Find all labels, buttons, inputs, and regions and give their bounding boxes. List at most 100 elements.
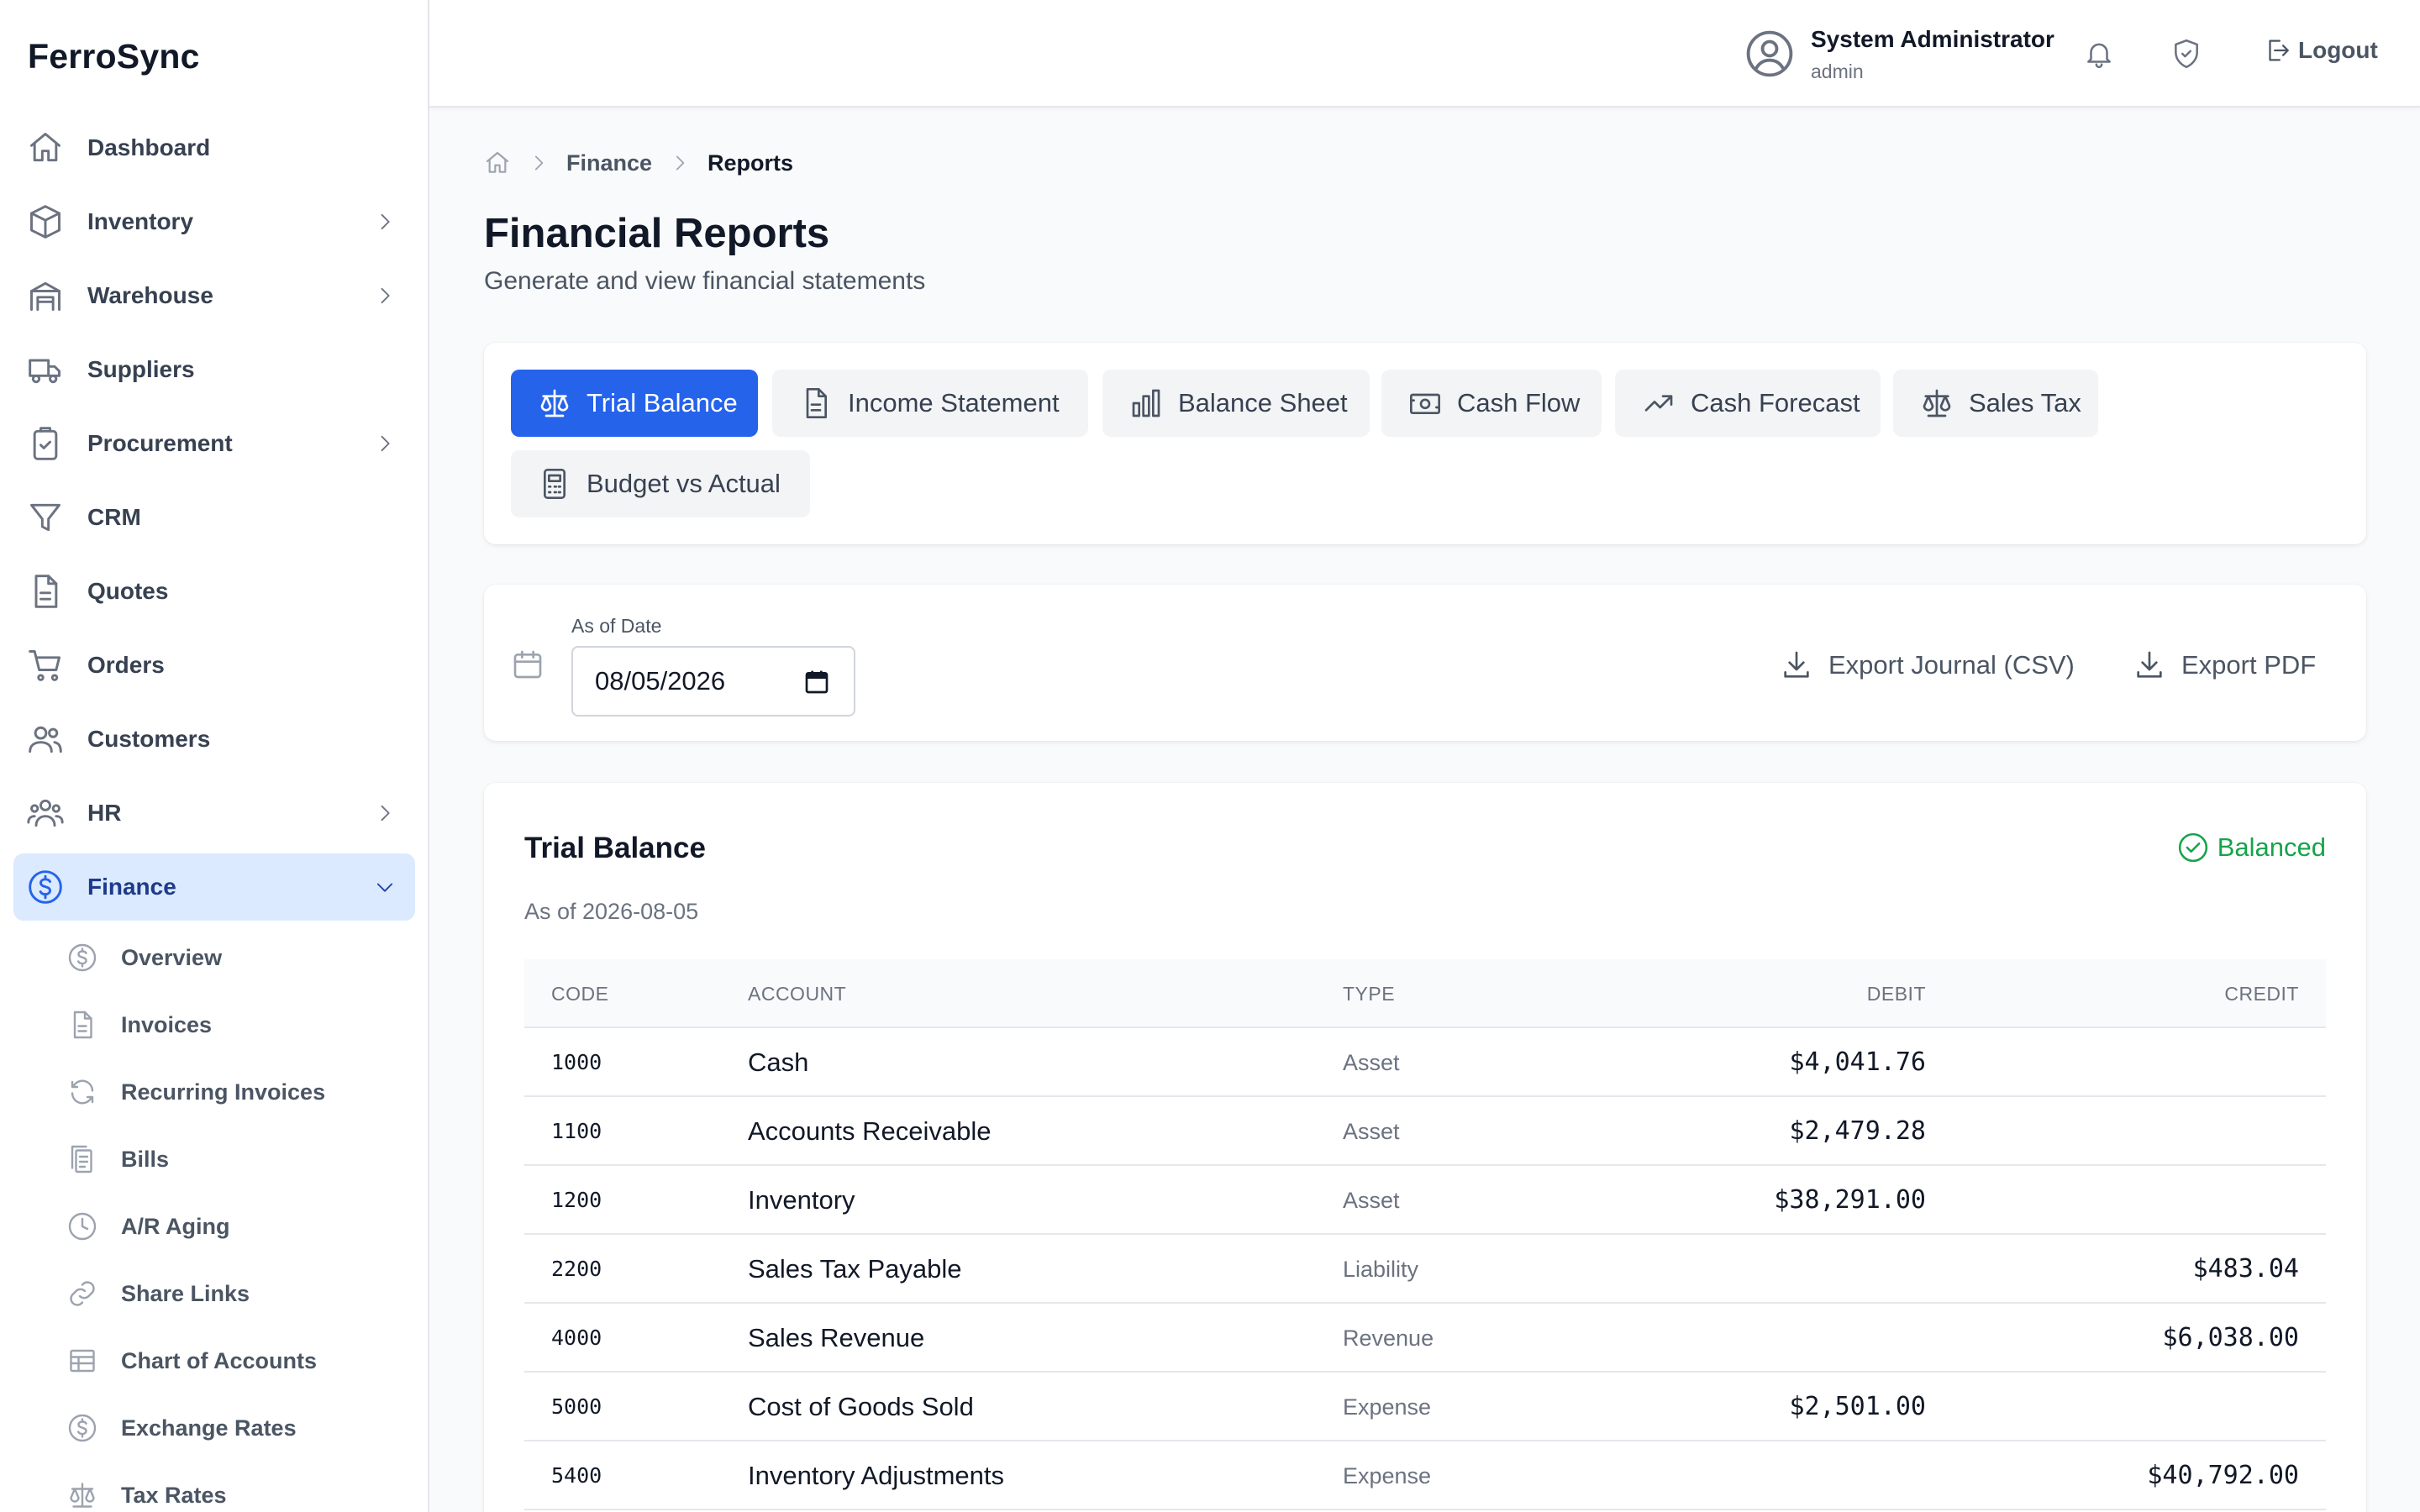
tab-budget-vs-actual[interactable]: Budget vs Actual bbox=[511, 450, 810, 517]
sidebar-subitem-share-links[interactable]: Share Links bbox=[67, 1268, 403, 1319]
sidebar-subitem-invoices[interactable]: Invoices bbox=[67, 1000, 403, 1050]
sidebar-item-label: Inventory bbox=[87, 208, 194, 234]
tab-sales-tax[interactable]: Sales Tax bbox=[1893, 370, 2098, 437]
cell-type: Asset bbox=[1343, 1188, 1400, 1213]
sidebar-item-label: HR bbox=[87, 800, 122, 826]
page-subtitle: Generate and view financial statements bbox=[484, 267, 926, 295]
sidebar-item-customers[interactable]: Customers bbox=[13, 706, 415, 773]
document-icon bbox=[34, 575, 58, 608]
cell-code: 5000 bbox=[551, 1394, 602, 1419]
chevron-right-icon bbox=[676, 155, 685, 171]
document-icon bbox=[73, 1011, 92, 1039]
sidebar-item-label: Suppliers bbox=[87, 356, 195, 382]
sidebar-item-warehouse[interactable]: Warehouse bbox=[13, 262, 415, 329]
sidebar-item-label: Finance bbox=[87, 874, 176, 900]
sidebar-item-hr[interactable]: HR bbox=[13, 780, 415, 847]
sidebar-item-quotes[interactable]: Quotes bbox=[13, 558, 415, 625]
cell-code: 1200 bbox=[551, 1188, 602, 1212]
tab-label: Income Statement bbox=[848, 388, 1060, 417]
as-of-date-input[interactable]: 08/05/2026 bbox=[571, 646, 855, 717]
sidebar-item-suppliers[interactable]: Suppliers bbox=[13, 336, 415, 403]
sidebar-subitem-tax-rates[interactable]: Tax Rates bbox=[67, 1470, 403, 1512]
logout-button[interactable]: Logout bbox=[2263, 36, 2378, 65]
sidebar-subitem-exchange-rates[interactable]: Exchange Rates bbox=[67, 1403, 403, 1453]
sidebar-subitem-recurring-invoices[interactable]: Recurring Invoices bbox=[67, 1067, 403, 1117]
cell-type: Asset bbox=[1343, 1050, 1400, 1075]
chevron-down-icon bbox=[376, 883, 393, 892]
cell-debit: $4,041.76 bbox=[1789, 1047, 1926, 1077]
download-icon bbox=[1784, 651, 1809, 678]
column-header-account: ACCOUNT bbox=[748, 983, 847, 1005]
user-avatar-icon[interactable] bbox=[1745, 29, 1794, 78]
cell-account: Cash bbox=[748, 1047, 809, 1077]
table-row: 1100 Accounts Receivable Asset $2,479.28 bbox=[524, 1097, 2326, 1166]
tab-label: Cash Flow bbox=[1457, 388, 1581, 417]
sidebar-item-finance[interactable]: Finance bbox=[13, 853, 415, 921]
table-row: 4000 Sales Revenue Revenue $6,038.00 bbox=[524, 1304, 2326, 1373]
page-title: Financial Reports bbox=[484, 211, 830, 256]
tab-label: Budget vs Actual bbox=[587, 469, 781, 498]
cell-code: 5400 bbox=[551, 1463, 602, 1488]
cell-code: 1000 bbox=[551, 1050, 602, 1074]
sidebar-item-dashboard[interactable]: Dashboard bbox=[13, 114, 415, 181]
breadcrumb-finance[interactable]: Finance bbox=[566, 150, 652, 176]
cell-credit: $6,038.00 bbox=[2162, 1323, 2299, 1352]
cell-account: Accounts Receivable bbox=[748, 1116, 992, 1146]
sidebar-item-label: Procurement bbox=[87, 430, 233, 456]
sidebar-item-label: Customers bbox=[87, 726, 211, 752]
sidebar-item-procurement[interactable]: Procurement bbox=[13, 410, 415, 477]
tab-income-statement[interactable]: Income Statement bbox=[772, 370, 1088, 437]
home-icon[interactable] bbox=[484, 150, 511, 176]
export-pdf-button[interactable]: Export PDF bbox=[2133, 648, 2316, 682]
sidebar-subitem-chart-of-accounts[interactable]: Chart of Accounts bbox=[67, 1336, 403, 1386]
bell-icon[interactable] bbox=[2083, 38, 2115, 70]
bar-chart-icon bbox=[1132, 389, 1160, 417]
sidebar-subitem-label: Recurring Invoices bbox=[121, 1079, 326, 1105]
tab-cash-forecast[interactable]: Cash Forecast bbox=[1615, 370, 1881, 437]
cell-account: Inventory Adjustments bbox=[748, 1461, 1004, 1490]
report-title: Trial Balance bbox=[524, 832, 706, 864]
sidebar-item-orders[interactable]: Orders bbox=[13, 632, 415, 699]
clock-icon bbox=[68, 1212, 97, 1241]
table-row: 5000 Cost of Goods Sold Expense $2,501.0… bbox=[524, 1373, 2326, 1441]
logout-label: Logout bbox=[2298, 37, 2378, 63]
clipboard-icon bbox=[33, 427, 58, 460]
column-header-credit: CREDIT bbox=[2224, 983, 2299, 1005]
trial-balance-card: Trial Balance Balanced As of 2026-08-05 … bbox=[484, 783, 2366, 1512]
download-icon bbox=[2137, 651, 2162, 678]
report-as-of: As of 2026-08-05 bbox=[524, 899, 699, 924]
sidebar-subitem-label: Chart of Accounts bbox=[121, 1347, 318, 1373]
cell-type: Asset bbox=[1343, 1119, 1400, 1144]
cell-debit: $38,291.00 bbox=[1774, 1185, 1926, 1215]
check-circle-icon bbox=[2178, 832, 2207, 863]
export-csv-label: Export Journal (CSV) bbox=[1828, 650, 2075, 680]
tab-trial-balance[interactable]: Trial Balance bbox=[511, 370, 758, 437]
tab-cash-flow[interactable]: Cash Flow bbox=[1381, 370, 1602, 437]
calendar-picker-icon[interactable] bbox=[803, 669, 830, 696]
table-row: 5400 Inventory Adjustments Expense $40,7… bbox=[524, 1441, 2326, 1510]
scale-icon bbox=[540, 389, 569, 417]
truck-icon bbox=[29, 359, 60, 384]
export-journal-csv-button[interactable]: Export Journal (CSV) bbox=[1780, 648, 2075, 682]
sidebar-subitem-overview[interactable]: Overview bbox=[67, 932, 403, 983]
tab-balance-sheet[interactable]: Balance Sheet bbox=[1102, 370, 1370, 437]
chevron-right-icon bbox=[534, 155, 544, 171]
sidebar-item-label: Orders bbox=[87, 652, 165, 678]
shield-check-icon[interactable] bbox=[2170, 38, 2202, 70]
sidebar-item-inventory[interactable]: Inventory bbox=[13, 188, 415, 255]
sidebar-subitem-bills[interactable]: Bills bbox=[67, 1134, 403, 1184]
sidebar-item-crm[interactable]: CRM bbox=[13, 484, 415, 551]
cell-credit: $483.04 bbox=[2192, 1254, 2299, 1284]
sidebar-subitem-label: Tax Rates bbox=[121, 1482, 227, 1508]
sidebar-subitem-label: Share Links bbox=[121, 1280, 250, 1306]
tab-label: Sales Tax bbox=[1969, 388, 2081, 417]
warehouse-icon bbox=[30, 281, 60, 311]
balanced-status-badge: Balanced bbox=[2177, 832, 2326, 864]
chevron-right-icon bbox=[381, 805, 390, 822]
receipt-icon bbox=[71, 1145, 92, 1173]
brand-logo[interactable]: FerroSync bbox=[28, 37, 200, 76]
sidebar-subitem-ar-aging[interactable]: A/R Aging bbox=[67, 1201, 403, 1252]
column-header-code: CODE bbox=[551, 983, 609, 1005]
home-icon bbox=[30, 133, 60, 162]
cell-account: Cost of Goods Sold bbox=[748, 1392, 974, 1421]
